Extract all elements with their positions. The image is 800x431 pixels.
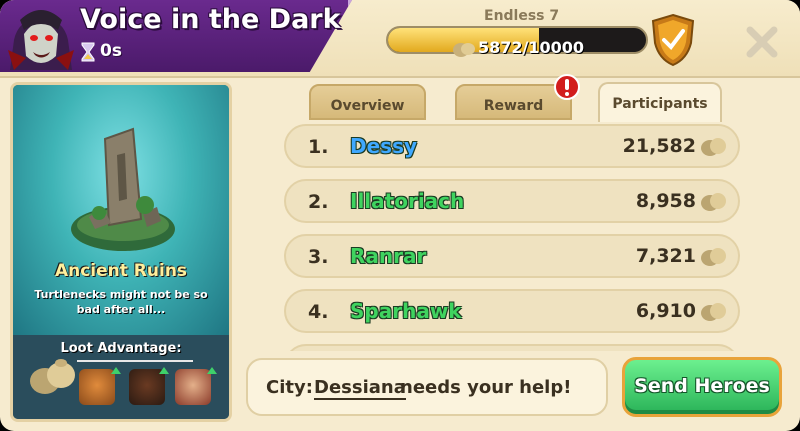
event-timer: 0s <box>100 41 122 61</box>
coin-sack-icon <box>701 193 726 211</box>
coin-sack-icon <box>30 359 75 394</box>
coin-sack-icon <box>701 303 726 321</box>
participant-score: 6,910 <box>635 300 696 322</box>
advantage-arrow-icon <box>207 367 217 374</box>
participant-rank: 1. <box>308 136 329 158</box>
hero-portrait <box>129 369 165 405</box>
participant-name: Illatoriach <box>350 189 465 213</box>
send-heroes-label: Send Heroes <box>634 375 770 397</box>
participant-score: 7,321 <box>635 245 696 267</box>
send-heroes-button[interactable]: Send Heroes <box>622 357 782 417</box>
tier-label: Endless 7 <box>484 8 560 24</box>
list-item[interactable]: 1. Dessy 21,582 <box>284 124 740 168</box>
event-panel: Voice in the Dark 0s Endless 7 5872/1000… <box>0 0 800 431</box>
list-item[interactable]: 2. Illatoriach 8,958 <box>284 179 740 223</box>
location-card: Ancient Ruins Turtlenecks might not be s… <box>10 82 232 422</box>
participants-list[interactable]: 1. Dessy 21,582 2. Illatoriach 8,958 3. … <box>248 119 776 351</box>
list-item[interactable]: 3. Ranrar 7,321 <box>284 234 740 278</box>
hero-portrait <box>175 369 211 405</box>
participant-rank: 2. <box>308 191 329 213</box>
city-label: City: <box>266 377 313 398</box>
vampire-avatar-icon <box>8 10 74 70</box>
ruins-icon <box>71 127 175 251</box>
hero-portrait <box>79 369 115 405</box>
participant-rank: 4. <box>308 301 329 323</box>
tab-participants[interactable]: Participants <box>598 82 722 122</box>
exclamation-alert-icon <box>554 74 580 100</box>
city-name-link[interactable]: Dessiana <box>314 377 406 400</box>
list-item-partial[interactable] <box>284 344 740 351</box>
participant-score: 8,958 <box>635 190 696 212</box>
participant-name: Sparhawk <box>350 299 462 323</box>
coin-sack-icon <box>701 248 726 266</box>
participant-name: Ranrar <box>350 244 427 268</box>
coin-sack-icon <box>701 138 726 156</box>
participant-score: 21,582 <box>622 135 696 157</box>
shield-check-icon[interactable] <box>649 13 697 67</box>
city-message: needs your help! <box>400 377 572 398</box>
participant-rank: 3. <box>308 246 329 268</box>
advantage-arrow-icon <box>111 367 121 374</box>
loot-divider <box>77 360 193 362</box>
hourglass-icon <box>81 42 95 62</box>
coin-sack-icon <box>453 43 475 57</box>
close-icon[interactable] <box>742 22 782 62</box>
advantage-arrow-icon <box>159 367 169 374</box>
participant-name: Dessy <box>350 134 418 158</box>
tab-overview[interactable]: Overview <box>309 84 426 120</box>
event-title: Voice in the Dark <box>80 4 341 35</box>
progress-text: 5872/10000 <box>478 38 585 57</box>
location-description: Turtlenecks might not be so bad after al… <box>34 288 208 316</box>
city-box: City: Dessiana needs your help! <box>246 358 608 416</box>
location-name: Ancient Ruins <box>54 261 188 281</box>
list-item[interactable]: 4. Sparhawk 6,910 <box>284 289 740 333</box>
